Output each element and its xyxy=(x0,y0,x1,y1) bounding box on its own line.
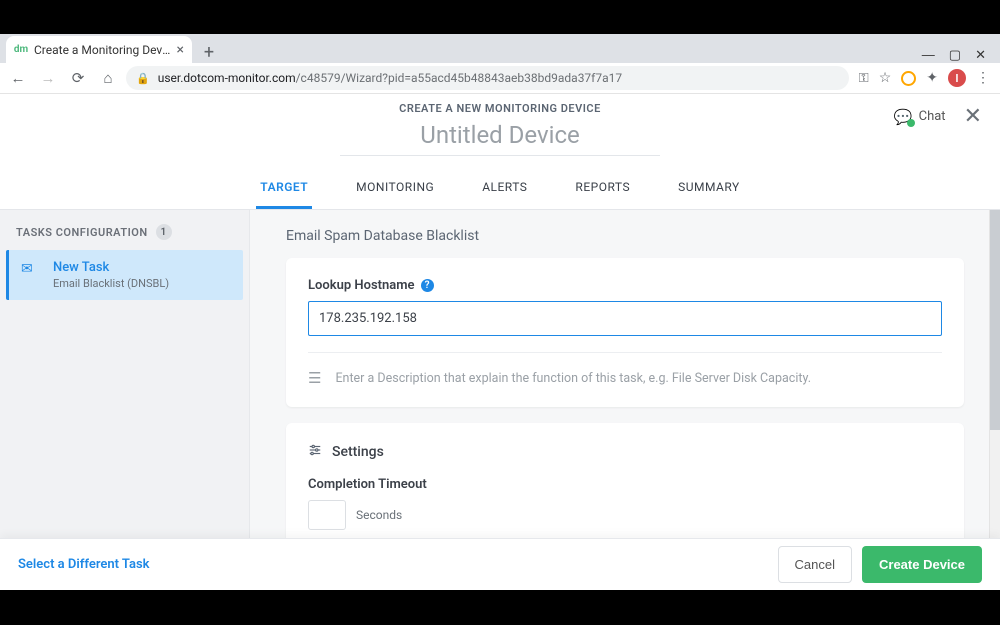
favicon: dm xyxy=(14,43,28,57)
tab-alerts[interactable]: ALERTS xyxy=(478,170,531,209)
nav-icons: ← → ⟳ ⌂ xyxy=(10,69,116,87)
device-title-input[interactable]: Untitled Device xyxy=(340,121,659,156)
toolbar-right-icons: ⚿ ☆ ✦ I ⋮ xyxy=(859,69,990,87)
close-window-button[interactable]: ✕ xyxy=(975,47,986,63)
tab-title: Create a Monitoring Device xyxy=(34,43,173,57)
extension-icon[interactable] xyxy=(901,71,916,86)
sliders-icon xyxy=(308,443,322,461)
settings-label: Settings xyxy=(332,444,384,460)
help-icon[interactable]: ? xyxy=(421,279,434,292)
main-panel: Email Spam Database Blacklist Lookup Hos… xyxy=(250,210,1000,590)
profile-avatar[interactable]: I xyxy=(948,69,966,87)
scrollbar[interactable] xyxy=(989,210,1000,590)
password-key-icon[interactable]: ⚿ xyxy=(859,71,869,86)
settings-heading: Settings xyxy=(308,443,942,461)
browser-tab[interactable]: dm Create a Monitoring Device × xyxy=(6,36,192,63)
lookup-hostname-input[interactable] xyxy=(308,301,942,336)
page-header: CREATE A NEW MONITORING DEVICE Untitled … xyxy=(0,94,1000,156)
new-tab-button[interactable]: + xyxy=(198,41,220,63)
chat-button[interactable]: 💬 Chat xyxy=(894,108,946,126)
task-subtitle: Email Blacklist (DNSBL) xyxy=(53,277,169,290)
task-count-badge: 1 xyxy=(156,224,172,240)
description-placeholder: Enter a Description that explain the fun… xyxy=(335,371,811,386)
create-device-button[interactable]: Create Device xyxy=(862,546,982,583)
tab-summary[interactable]: SUMMARY xyxy=(674,170,744,209)
chrome-menu-icon[interactable]: ⋮ xyxy=(976,70,990,86)
minimize-button[interactable]: — xyxy=(922,47,935,63)
completion-timeout-label: Completion Timeout xyxy=(308,477,942,492)
home-button[interactable]: ⌂ xyxy=(100,69,116,87)
tab-strip: dm Create a Monitoring Device × + — ▢ ✕ xyxy=(0,34,1000,63)
select-different-task-link[interactable]: Select a Different Task xyxy=(18,557,150,572)
completion-timeout-row: Seconds xyxy=(308,500,942,530)
page-content: CREATE A NEW MONITORING DEVICE Untitled … xyxy=(0,94,1000,590)
completion-timeout-unit: Seconds xyxy=(356,508,402,522)
sidebar-title-text: TASKS CONFIGURATION xyxy=(16,226,148,239)
bookmark-star-icon[interactable]: ☆ xyxy=(879,70,892,86)
url-host: user.dotcom-monitor.com xyxy=(158,71,296,85)
reload-button[interactable]: ⟳ xyxy=(70,69,86,87)
close-icon[interactable]: ✕ xyxy=(964,104,982,129)
extensions-puzzle-icon[interactable]: ✦ xyxy=(926,70,938,86)
section-title: Email Spam Database Blacklist xyxy=(286,228,964,244)
lock-icon: 🔒 xyxy=(136,72,150,85)
envelope-icon: ✉ xyxy=(21,260,43,278)
back-button[interactable]: ← xyxy=(10,69,26,87)
task-card[interactable]: ✉ New Task Email Blacklist (DNSBL) xyxy=(6,250,243,300)
description-row[interactable]: ☰ Enter a Description that explain the f… xyxy=(308,369,942,387)
tasks-sidebar: TASKS CONFIGURATION 1 ✉ New Task Email B… xyxy=(0,210,250,590)
footer-bar: Select a Different Task Cancel Create De… xyxy=(0,538,1000,590)
completion-timeout-input[interactable] xyxy=(308,500,346,530)
scrollbar-thumb[interactable] xyxy=(990,210,1000,430)
lookup-label: Lookup Hostname xyxy=(308,278,415,293)
cancel-button[interactable]: Cancel xyxy=(778,546,852,583)
lookup-label-row: Lookup Hostname ? xyxy=(308,278,942,293)
url-field[interactable]: 🔒 user.dotcom-monitor.com/c48579/Wizard?… xyxy=(126,66,849,90)
sidebar-title: TASKS CONFIGURATION 1 xyxy=(6,224,243,240)
tab-reports[interactable]: REPORTS xyxy=(571,170,634,209)
header-eyebrow: CREATE A NEW MONITORING DEVICE xyxy=(0,102,1000,115)
workspace: TASKS CONFIGURATION 1 ✉ New Task Email B… xyxy=(0,210,1000,590)
letterbox-bottom xyxy=(0,590,1000,625)
forward-button: → xyxy=(40,69,56,87)
tab-close-icon[interactable]: × xyxy=(177,42,184,58)
letterbox-top xyxy=(0,0,1000,34)
url-path: /c48579/Wizard?pid=a55acd45b48843aeb38bd… xyxy=(296,71,623,85)
window-controls: — ▢ ✕ xyxy=(922,47,986,63)
browser-window: dm Create a Monitoring Device × + — ▢ ✕ … xyxy=(0,34,1000,590)
chat-icon: 💬 xyxy=(894,108,913,126)
address-bar: ← → ⟳ ⌂ 🔒 user.dotcom-monitor.com/c48579… xyxy=(0,63,1000,94)
task-title: New Task xyxy=(53,260,169,275)
maximize-button[interactable]: ▢ xyxy=(949,47,961,63)
lookup-card: Lookup Hostname ? ☰ Enter a Description … xyxy=(286,258,964,407)
notes-icon: ☰ xyxy=(308,369,321,387)
tab-monitoring[interactable]: MONITORING xyxy=(352,170,438,209)
header-right-tools: 💬 Chat ✕ xyxy=(894,104,982,129)
tab-target[interactable]: TARGET xyxy=(256,170,312,209)
chat-label: Chat xyxy=(919,109,946,124)
wizard-tabs: TARGET MONITORING ALERTS REPORTS SUMMARY xyxy=(0,170,1000,210)
